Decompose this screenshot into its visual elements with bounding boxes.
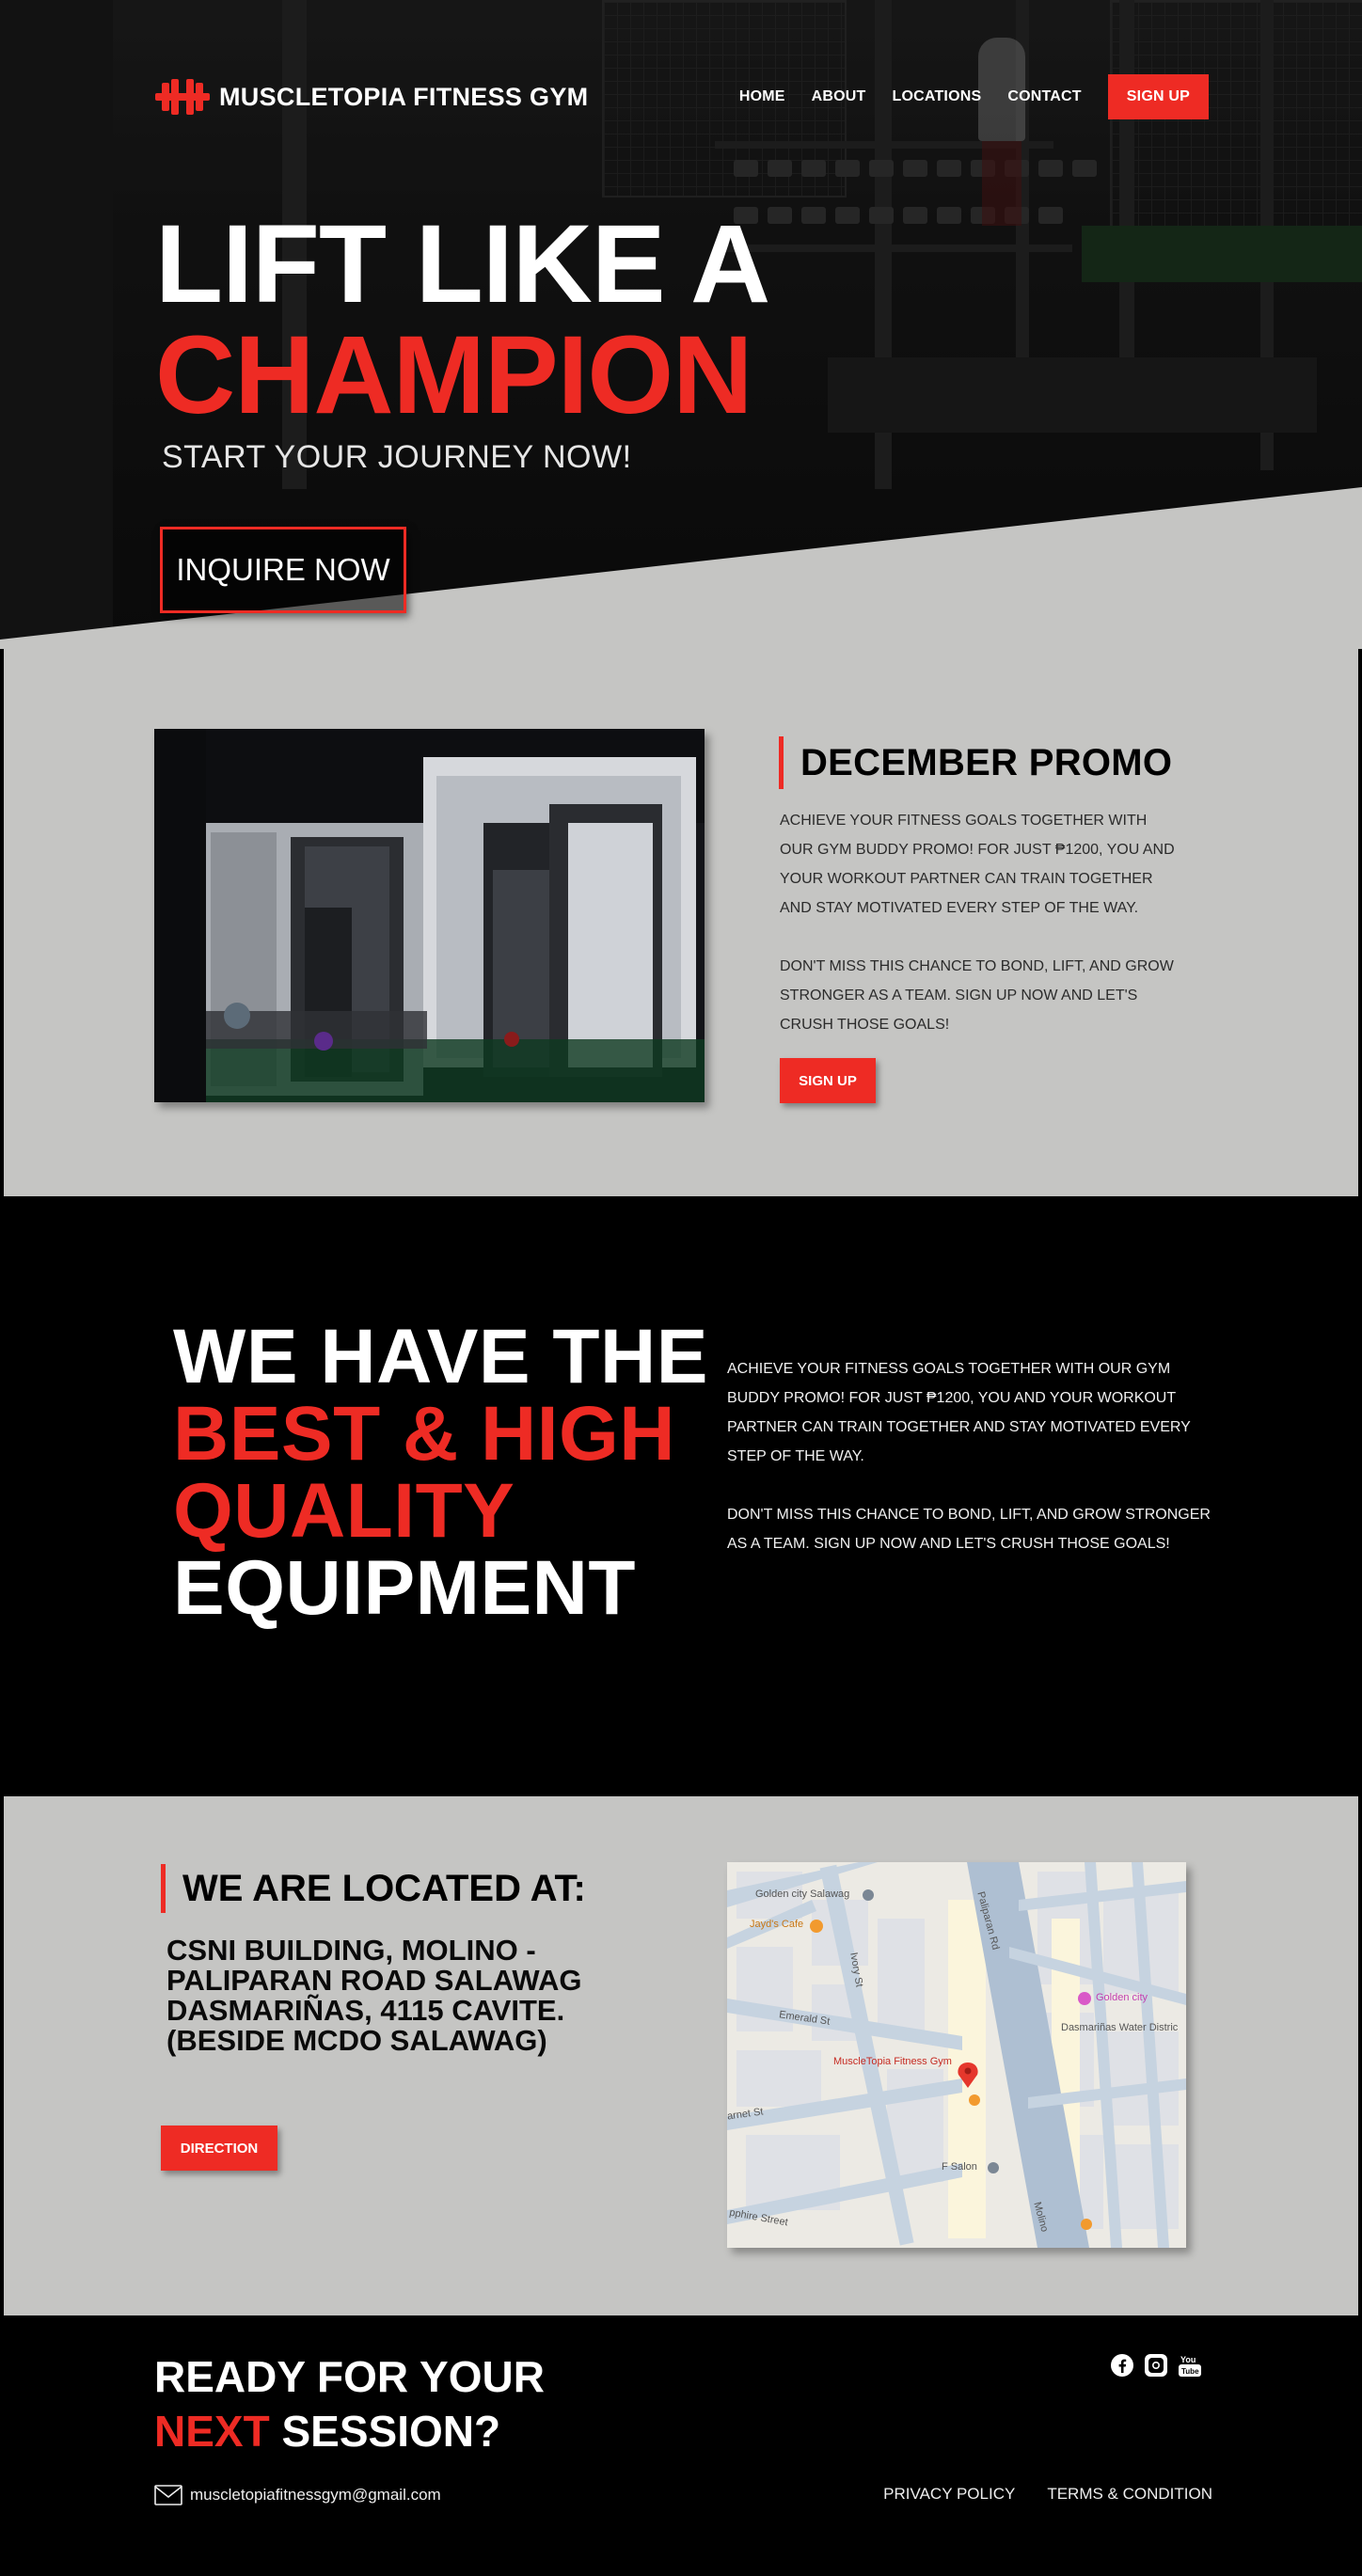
nav-about-link[interactable]: ABOUT [812,88,866,105]
footer-title-line1: READY FOR YOUR [154,2352,545,2401]
location-section: WE ARE LOCATED AT: CSNI BUILDING, MOLINO… [4,1796,1358,2315]
map-label-f-salon: F Salon [942,2161,977,2173]
equipment-title-line3: QUALITY [173,1468,515,1554]
privacy-policy-link[interactable]: PRIVACY POLICY [883,2485,1015,2504]
map-label-golden-city-salawag: Golden city Salawag [755,1889,850,1900]
footer-title: READY FOR YOUR NEXT SESSION? [154,2349,545,2458]
brand-logo[interactable]: MUSCLETOPIA FITNESS GYM [155,77,588,117]
promo-paragraph-1: Achieve your fitness goals together with… [780,813,1175,916]
equipment-section: WE HAVE THE BEST & HIGH QUALITY EQUIPMEN… [4,1196,1358,1796]
footer-title-session: SESSION? [269,2407,501,2456]
mail-icon [154,2485,182,2505]
equipment-title: WE HAVE THE BEST & HIGH QUALITY EQUIPMEN… [173,1319,708,1627]
footer-email[interactable]: muscletopiafitnessgym@gmail.com [154,2485,441,2505]
equipment-title-line4: EQUIPMENT [173,1545,636,1631]
nav-signup-button[interactable]: SIGN UP [1107,74,1209,119]
hero-subtitle: START YOUR JOURNEY NOW! [162,439,632,475]
brand-name: MUSCLETOPIA FITNESS GYM [219,82,589,111]
footer-email-text: muscletopiafitnessgym@gmail.com [190,2486,441,2504]
direction-button[interactable]: DIRECTION [161,2126,277,2171]
gym-interior-photo [154,729,705,1102]
equipment-description: Achieve your fitness goals together with… [727,1354,1216,1588]
social-links: You Tube [1110,2353,1202,2378]
equipment-title-line2: BEST & HIGH [173,1391,675,1477]
facebook-icon[interactable] [1110,2353,1134,2378]
equipment-paragraph-1: Achieve your fitness goals together with… [727,1361,1191,1464]
footer: READY FOR YOUR NEXT SESSION? You Tube mus… [4,2315,1358,2572]
location-title: WE ARE LOCATED AT: [161,1864,586,1913]
inquire-now-button[interactable]: INQUIRE NOW [160,527,406,613]
svg-text:Tube: Tube [1181,2367,1199,2376]
address-line-4: (BESIDE MCDO SALAWAG) [166,2024,547,2057]
location-map[interactable]: Golden city Salawag Jayd's Cafe Palipara… [727,1862,1186,2248]
address-line-3: DASMARIÑAS, 4115 CAVITE. [166,1994,565,2027]
hero-title-line2: CHAMPION [155,313,752,437]
svg-text:You: You [1180,2355,1196,2364]
top-navigation: MUSCLETOPIA FITNESS GYM HOME ABOUT LOCAT… [155,73,1209,120]
promo-signup-button[interactable]: SIGN UP [780,1058,876,1103]
footer-title-next: NEXT [154,2407,270,2456]
promo-paragraph-2: Don't miss this chance to bond, lift, an… [780,958,1174,1033]
map-label-gym-pin: MuscleTopia Fitness Gym [833,2056,952,2067]
location-address: CSNI BUILDING, MOLINO - PALIPARAN ROAD S… [166,1936,609,2056]
nav-contact-link[interactable]: CONTACT [1007,88,1081,105]
youtube-icon[interactable]: You Tube [1178,2353,1202,2378]
hero-title-line1: LIFT LIKE A [155,202,770,326]
footer-title-line2: NEXT SESSION? [154,2404,545,2458]
map-label-jayds-cafe: Jayd's Cafe [750,1919,804,1930]
equipment-title-line1: WE HAVE THE [173,1314,708,1399]
promo-description: Achieve your fitness goals together with… [780,806,1184,1068]
promo-title: DECEMBER PROMO [779,736,1172,789]
promo-section: DECEMBER PROMO Achieve your fitness goal… [4,649,1358,1196]
nav-locations-link[interactable]: LOCATIONS [893,88,982,105]
instagram-icon[interactable] [1144,2353,1168,2378]
equipment-paragraph-2: Don't miss this chance to bond, lift, an… [727,1507,1211,1552]
footer-links: PRIVACY POLICY TERMS & CONDITION [883,2485,1212,2504]
hero-title: LIFT LIKE A CHAMPION [155,202,770,437]
address-line-1: CSNI BUILDING, MOLINO - [166,1934,536,1967]
terms-condition-link[interactable]: TERMS & CONDITION [1047,2485,1212,2504]
main-menu: HOME ABOUT LOCATIONS CONTACT SIGN UP [713,73,1209,120]
nav-home-link[interactable]: HOME [739,88,785,105]
address-line-2: PALIPARAN ROAD SALAWAG [166,1964,582,1997]
dumbbell-logo-icon [155,79,210,115]
map-label-golden-city: Golden city [1096,1992,1148,2003]
hero-section: MUSCLETOPIA FITNESS GYM HOME ABOUT LOCAT… [0,0,1362,649]
map-label-dasmarinas-water: Dasmariñas Water Distric [1061,2022,1179,2033]
